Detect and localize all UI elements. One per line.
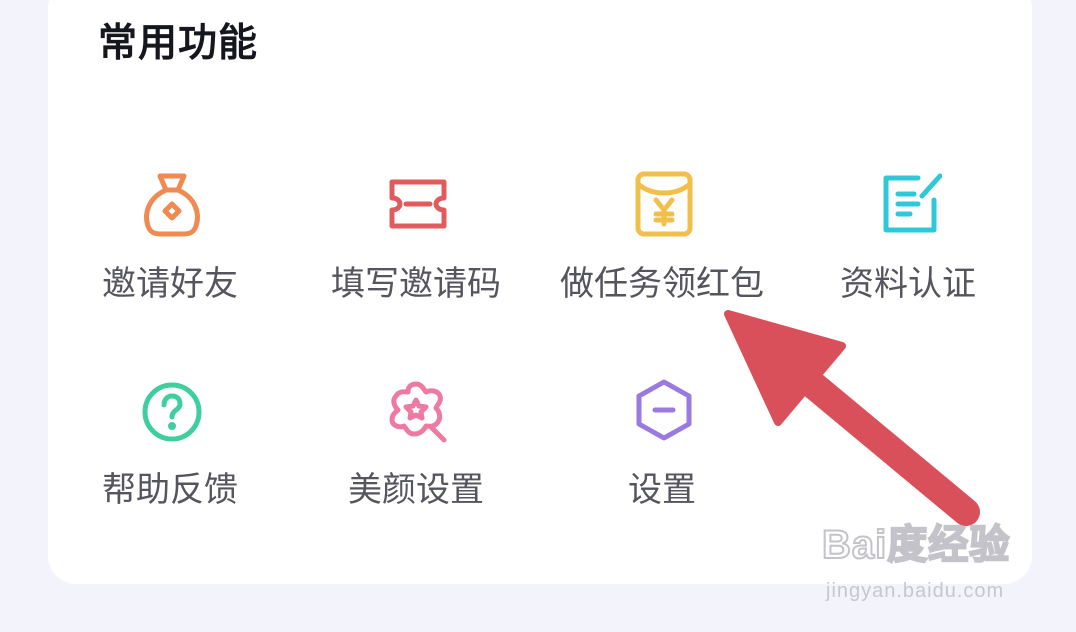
feature-label: 资料认证	[840, 264, 976, 304]
screen: 常用功能 邀请好友 填写邀请码 做任务领红包 资料认证 帮助反馈 美颜设置 设置…	[0, 0, 1076, 632]
feature-settings[interactable]: 设置	[542, 376, 782, 526]
edit-document-icon	[878, 170, 942, 238]
feature-label: 做任务领红包	[560, 264, 764, 304]
feature-label: 设置	[628, 470, 696, 510]
help-question-icon	[140, 376, 204, 444]
feature-label: 邀请好友	[102, 264, 238, 304]
money-bag-icon	[140, 170, 204, 238]
feature-label: 填写邀请码	[331, 264, 501, 304]
feature-profile-verification[interactable]: 资料认证	[788, 170, 1028, 320]
ticket-icon	[386, 170, 450, 238]
settings-hexagon-icon	[632, 376, 696, 444]
section-title: 常用功能	[98, 21, 259, 66]
red-envelope-icon	[632, 170, 696, 238]
feature-invite-friends[interactable]: 邀请好友	[50, 170, 290, 320]
feature-beauty-settings[interactable]: 美颜设置	[296, 376, 536, 526]
feature-label: 美颜设置	[348, 470, 484, 510]
beauty-flower-icon	[386, 376, 450, 444]
feature-tasks-red-envelope[interactable]: 做任务领红包	[542, 170, 782, 320]
feature-enter-invite-code[interactable]: 填写邀请码	[296, 170, 536, 320]
feature-help-feedback[interactable]: 帮助反馈	[50, 376, 290, 526]
feature-label: 帮助反馈	[102, 470, 238, 510]
